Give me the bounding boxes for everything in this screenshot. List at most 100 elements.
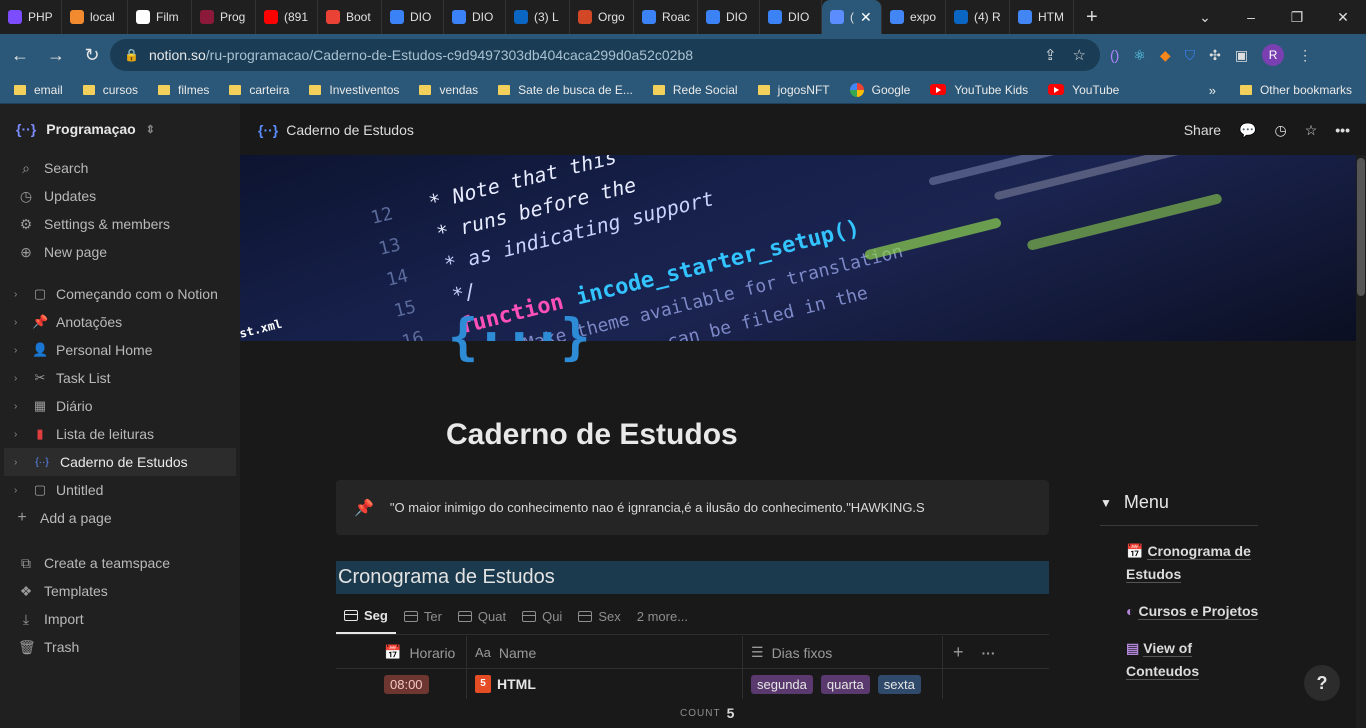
share-page-icon[interactable]: ⇪ <box>1044 46 1057 64</box>
favorite-star-icon[interactable]: ☆ <box>1305 122 1318 139</box>
sidebar-page[interactable]: › ▢ Começando com o Notion <box>0 280 240 308</box>
sidebar-page[interactable]: › ▦ Diário <box>0 392 240 420</box>
toc-link[interactable]: 📅 Cronograma de Estudos <box>1126 540 1260 586</box>
sidebar-page[interactable]: › 👤 Personal Home <box>0 336 240 364</box>
browser-tab[interactable]: expo <box>882 0 946 34</box>
bookmarks-overflow-button[interactable]: » <box>1209 76 1216 104</box>
updates-clock-icon[interactable]: ◷ <box>1275 122 1287 139</box>
page-title[interactable]: Caderno de Estudos <box>446 418 738 452</box>
sidebar-page[interactable]: › ▢ Untitled <box>0 476 240 504</box>
bookmark-item[interactable]: vendas <box>419 83 478 97</box>
column-more-icon[interactable]: ··· <box>982 645 996 661</box>
more-options-icon[interactable]: ••• <box>1335 122 1350 138</box>
browser-tab[interactable]: Orgo <box>570 0 634 34</box>
back-button[interactable]: ← <box>4 45 36 66</box>
browser-tab[interactable]: local <box>62 0 128 34</box>
metamask-extension-icon[interactable]: ◆ <box>1160 47 1171 64</box>
quote-callout[interactable]: 📌 "O maior inimigo do conhecimento nao é… <box>336 480 1049 535</box>
workspace-switcher[interactable]: {··} Programaçao ⇕ <box>0 104 240 154</box>
minimize-button[interactable]: – <box>1228 9 1274 25</box>
column-horario[interactable]: 📅 Horario <box>376 636 467 669</box>
profile-avatar[interactable]: R <box>1262 44 1285 66</box>
browser-tab[interactable]: Roac <box>634 0 698 34</box>
table-row[interactable]: 08:00 5 HTML segunda quarta sexta <box>336 669 1049 699</box>
bookmark-item[interactable]: Sate de busca de E... <box>498 83 633 97</box>
sidebar-item-search[interactable]: ⌕ Search <box>0 154 240 182</box>
tab-search-icon[interactable]: ⌄ <box>1182 9 1228 26</box>
close-window-button[interactable]: ✕ <box>1320 9 1366 26</box>
cell-name[interactable]: 5 HTML <box>467 669 743 699</box>
share-button[interactable]: Share <box>1184 122 1221 138</box>
page-scrollbar-thumb[interactable] <box>1357 158 1365 296</box>
bookmark-item[interactable]: carteira <box>229 83 289 97</box>
shield-extension-icon[interactable]: ⛉ <box>1185 47 1196 64</box>
reload-button[interactable]: ↻ <box>76 45 108 66</box>
sidebar-page[interactable]: › ▮ Lista de leituras <box>0 420 240 448</box>
sidebar-item-trash[interactable]: 🗑 Trash <box>0 633 240 661</box>
chevron-right-icon[interactable]: › <box>14 485 24 496</box>
view-tab[interactable]: Seg <box>336 599 396 634</box>
browser-tab[interactable]: Prog <box>192 0 256 34</box>
browser-tab[interactable]: PHP <box>0 0 62 34</box>
sidebar-item-templates[interactable]: ❖ Templates <box>0 577 240 605</box>
column-name[interactable]: Aa Name <box>467 636 743 669</box>
forward-button[interactable]: → <box>40 45 72 66</box>
browser-tab[interactable]: (✕ <box>822 0 882 34</box>
browser-tab[interactable]: DIO <box>444 0 506 34</box>
sidebar-page[interactable]: › 📌 Anotações <box>0 308 240 336</box>
view-tab[interactable]: Qui <box>514 599 570 634</box>
sidebar-item-import[interactable]: ⤓ Import <box>0 605 240 633</box>
toc-toggle[interactable]: ▼ Menu <box>1100 492 1258 526</box>
bookmark-star-icon[interactable]: ☆ <box>1073 46 1086 64</box>
new-tab-button[interactable]: + <box>1086 6 1098 29</box>
comments-icon[interactable]: 💬 <box>1239 122 1256 139</box>
sidebar-item-settings-members[interactable]: ⚙ Settings & members <box>0 210 240 238</box>
browser-tab[interactable]: Boot <box>318 0 382 34</box>
extensions-puzzle-icon[interactable]: ✣ <box>1209 47 1221 64</box>
toc-link[interactable]: ◐ Cursos e Projetos <box>1126 600 1260 623</box>
browser-tab[interactable]: DIO <box>382 0 444 34</box>
notion-extension-icon[interactable]: () <box>1110 47 1119 63</box>
side-panel-icon[interactable]: ▣ <box>1235 47 1248 64</box>
bookmark-item[interactable]: Rede Social <box>652 83 738 97</box>
cell-horario[interactable]: 08:00 <box>376 669 467 699</box>
sidebar-page[interactable]: › ✂ Task List <box>0 364 240 392</box>
column-dias-fixos[interactable]: ☰ Dias fixos <box>743 636 943 669</box>
sidebar-item-new-page[interactable]: ⊕ New page <box>0 238 240 266</box>
sidebar-item-updates[interactable]: ◷ Updates <box>0 182 240 210</box>
chevron-right-icon[interactable]: › <box>14 317 24 328</box>
bookmark-item[interactable]: jogosNFT <box>757 83 830 97</box>
browser-tab[interactable]: (891 <box>256 0 318 34</box>
bookmark-item[interactable]: YouTube <box>1048 83 1119 97</box>
browser-menu-icon[interactable]: ⋮ <box>1298 47 1312 64</box>
breadcrumb[interactable]: Caderno de Estudos <box>286 122 414 138</box>
bookmark-item[interactable]: Google <box>849 82 910 97</box>
browser-tab[interactable]: DIO <box>760 0 822 34</box>
browser-tab[interactable]: (4) R <box>946 0 1010 34</box>
page-emoji-icon[interactable]: {···} <box>448 308 591 366</box>
chevron-right-icon[interactable]: › <box>14 401 24 412</box>
chevron-right-icon[interactable]: › <box>14 429 24 440</box>
section-heading[interactable]: Cronograma de Estudos <box>336 561 1049 594</box>
chevron-right-icon[interactable]: › <box>14 457 24 468</box>
view-tab[interactable]: Ter <box>396 599 450 634</box>
toc-link[interactable]: ▤ View of Conteudos <box>1126 637 1260 683</box>
restore-button[interactable]: ❐ <box>1274 9 1320 26</box>
bookmark-item[interactable]: email <box>14 83 63 97</box>
browser-tab[interactable]: DIO <box>698 0 760 34</box>
browser-tab[interactable]: Film <box>128 0 192 34</box>
chevron-right-icon[interactable]: › <box>14 373 24 384</box>
cell-dias-fixos[interactable]: segunda quarta sexta <box>743 669 943 699</box>
browser-tab[interactable]: (3) L <box>506 0 570 34</box>
add-column-plus-icon[interactable]: + <box>953 642 964 663</box>
sidebar-page[interactable]: › {··} Caderno de Estudos <box>4 448 236 476</box>
view-tab[interactable]: Quat <box>450 599 514 634</box>
address-bar[interactable]: 🔒 notion.so/ru-programacao/Caderno-de-Es… <box>110 39 1100 71</box>
close-tab-icon[interactable]: ✕ <box>860 9 872 26</box>
react-extension-icon[interactable]: ⚛ <box>1133 47 1146 64</box>
help-button[interactable]: ? <box>1304 665 1340 701</box>
other-bookmarks[interactable]: Other bookmarks <box>1239 76 1352 104</box>
bookmark-item[interactable]: Investiventos <box>309 83 399 97</box>
bookmark-item[interactable]: filmes <box>158 83 209 97</box>
sidebar-item-create-a-teamspace[interactable]: ⧉ Create a teamspace <box>0 549 240 577</box>
